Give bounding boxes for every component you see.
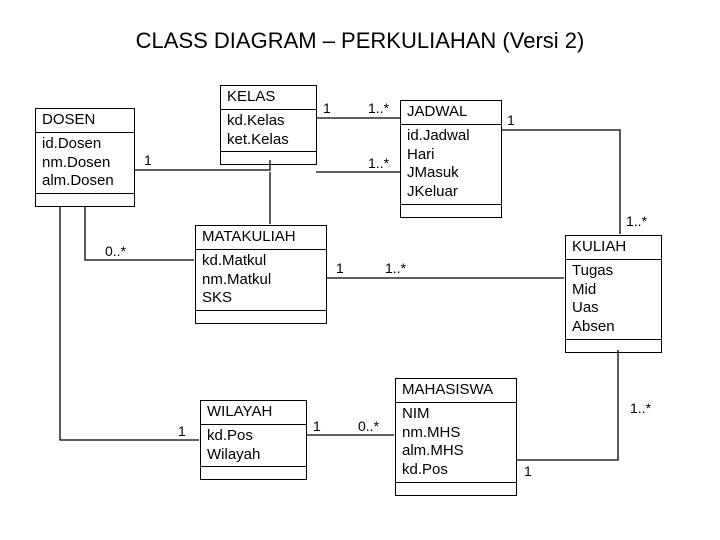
attr: Wilayah: [207, 446, 300, 465]
attr: kd.Pos: [402, 461, 510, 480]
class-name: KULIAH: [566, 236, 661, 260]
page-title: CLASS DIAGRAM – PERKULIAHAN (Versi 2): [0, 28, 720, 54]
class-jadwal: JADWAL id.Jadwal Hari JMasuk JKeluar: [400, 100, 502, 218]
attr: Uas: [572, 299, 655, 318]
mult: 1: [313, 418, 321, 434]
attr: JKeluar: [407, 183, 495, 202]
attr: Mid: [572, 281, 655, 300]
class-ops: [196, 311, 326, 323]
class-attrs: Tugas Mid Uas Absen: [566, 260, 661, 340]
class-kuliah: KULIAH Tugas Mid Uas Absen: [565, 235, 662, 353]
class-name: WILAYAH: [201, 401, 306, 425]
class-attrs: id.Jadwal Hari JMasuk JKeluar: [401, 125, 501, 205]
class-attrs: NIM nm.MHS alm.MHS kd.Pos: [396, 403, 516, 483]
class-name: DOSEN: [36, 109, 134, 133]
attr: ket.Kelas: [227, 131, 310, 150]
mult: 1: [336, 260, 344, 276]
class-ops: [566, 340, 661, 352]
class-wilayah: WILAYAH kd.Pos Wilayah: [200, 400, 307, 480]
attr: Hari: [407, 146, 495, 165]
class-mahasiswa: MAHASISWA NIM nm.MHS alm.MHS kd.Pos: [395, 378, 517, 496]
class-attrs: kd.Matkul nm.Matkul SKS: [196, 250, 326, 311]
attr: Tugas: [572, 262, 655, 281]
class-name: MAHASISWA: [396, 379, 516, 403]
class-attrs: kd.Pos Wilayah: [201, 425, 306, 468]
attr: SKS: [202, 289, 320, 308]
class-name: JADWAL: [401, 101, 501, 125]
mult: 0..*: [358, 418, 379, 434]
class-ops: [201, 467, 306, 479]
mult: 1..*: [630, 400, 651, 416]
class-attrs: kd.Kelas ket.Kelas: [221, 110, 316, 153]
attr: alm.Dosen: [42, 172, 128, 191]
attr: kd.Pos: [207, 427, 300, 446]
class-name: MATAKULIAH: [196, 226, 326, 250]
attr: nm.MHS: [402, 424, 510, 443]
class-dosen: DOSEN id.Dosen nm.Dosen alm.Dosen: [35, 108, 135, 207]
attr: nm.Dosen: [42, 154, 128, 173]
class-ops: [221, 152, 316, 164]
class-ops: [396, 483, 516, 495]
mult: 0..*: [105, 243, 126, 259]
mult: 1: [507, 112, 515, 128]
class-name: KELAS: [221, 86, 316, 110]
attr: Absen: [572, 318, 655, 337]
attr: NIM: [402, 405, 510, 424]
attr: nm.Matkul: [202, 271, 320, 290]
attr: kd.Kelas: [227, 112, 310, 131]
class-ops: [401, 205, 501, 217]
attr: id.Dosen: [42, 135, 128, 154]
mult: 1: [144, 152, 152, 168]
attr: JMasuk: [407, 164, 495, 183]
mult: 1: [524, 463, 532, 479]
mult: 1..*: [368, 155, 389, 171]
mult: 1..*: [368, 100, 389, 116]
mult: 1: [178, 423, 186, 439]
class-kelas: KELAS kd.Kelas ket.Kelas: [220, 85, 317, 165]
attr: kd.Matkul: [202, 252, 320, 271]
class-attrs: id.Dosen nm.Dosen alm.Dosen: [36, 133, 134, 194]
mult: 1: [323, 100, 331, 116]
attr: alm.MHS: [402, 442, 510, 461]
mult: 1..*: [626, 213, 647, 229]
class-ops: [36, 194, 134, 206]
attr: id.Jadwal: [407, 127, 495, 146]
class-matakuliah: MATAKULIAH kd.Matkul nm.Matkul SKS: [195, 225, 327, 324]
mult: 1..*: [385, 260, 406, 276]
